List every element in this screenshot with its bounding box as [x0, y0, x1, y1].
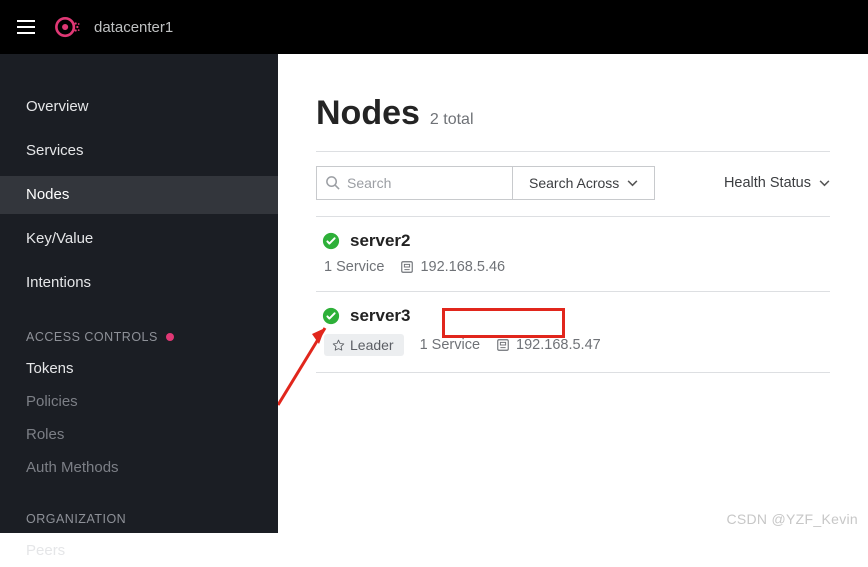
search-across-label: Search Across [529, 175, 619, 191]
page-title: Nodes [316, 94, 420, 133]
sidebar-item-policies[interactable]: Policies [0, 385, 278, 418]
chevron-down-icon [819, 180, 830, 187]
chevron-down-icon [627, 180, 638, 187]
consul-logo-icon [52, 13, 80, 41]
health-status-button[interactable]: Health Status [724, 166, 830, 200]
main-content: Nodes 2 total Search Across Health Statu… [278, 54, 868, 533]
sidebar-item-nodes[interactable]: Nodes [0, 176, 278, 214]
watermark: CSDN @YZF_Kevin [726, 511, 858, 527]
search-across-button[interactable]: Search Across [512, 166, 655, 200]
node-row[interactable]: server3 Leader 1 Service 192.168.5.47 [316, 292, 830, 373]
node-ip-address: 192.168.5.46 [420, 259, 505, 275]
sidebar-item-services[interactable]: Services [0, 132, 278, 170]
sidebar-section-access-controls: ACCESS CONTROLS [0, 302, 278, 352]
access-controls-badge-icon [166, 333, 174, 341]
leader-badge: Leader [324, 334, 404, 356]
node-ip-address: 192.168.5.47 [516, 337, 601, 353]
sidebar-item-tokens[interactable]: Tokens [0, 352, 278, 385]
sidebar-item-peers[interactable]: Peers [0, 534, 278, 567]
node-name: server2 [350, 231, 411, 251]
datacenter-name[interactable]: datacenter1 [94, 19, 173, 36]
node-name: server3 [350, 306, 411, 326]
sidebar-item-roles[interactable]: Roles [0, 418, 278, 451]
health-passing-icon [322, 232, 340, 250]
node-count: 2 total [430, 111, 474, 129]
sidebar-item-key-value[interactable]: Key/Value [0, 220, 278, 258]
sidebar-section-organization: ORGANIZATION [0, 484, 278, 534]
health-passing-icon [322, 307, 340, 325]
node-services-count: 1 Service [324, 259, 384, 275]
sidebar-item-auth-methods[interactable]: Auth Methods [0, 451, 278, 484]
network-icon [400, 260, 414, 274]
search-icon [325, 175, 340, 190]
health-status-label: Health Status [724, 175, 811, 191]
node-services-count: 1 Service [420, 337, 480, 353]
menu-toggle-button[interactable] [14, 15, 38, 39]
network-icon [496, 338, 510, 352]
search-input[interactable] [316, 166, 512, 200]
sidebar-item-intentions[interactable]: Intentions [0, 264, 278, 302]
node-row[interactable]: server2 1 Service 192.168.5.46 [316, 217, 830, 292]
star-icon [332, 339, 345, 352]
sidebar-item-overview[interactable]: Overview [0, 88, 278, 126]
sidebar: Overview Services Nodes Key/Value Intent… [0, 54, 278, 533]
topbar: datacenter1 [0, 0, 868, 54]
